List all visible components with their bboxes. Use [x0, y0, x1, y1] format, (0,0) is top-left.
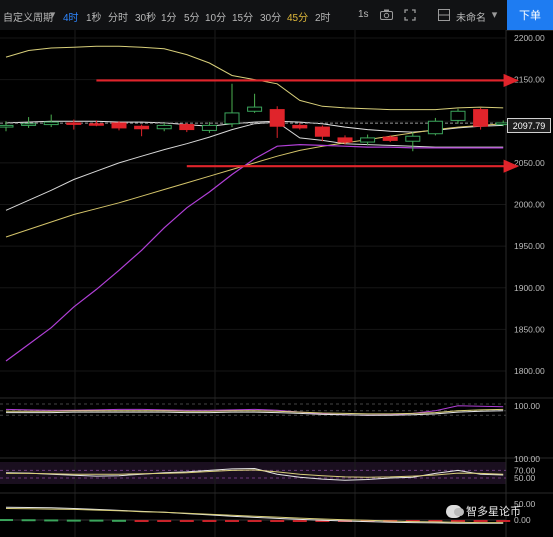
candlestick-chart[interactable]: 2200.002150.002100.002050.002000.001950.… — [0, 30, 553, 537]
candle-body-21 — [473, 109, 489, 127]
candle-body-5 — [111, 122, 127, 129]
period-tab-3[interactable]: 30秒 — [135, 9, 156, 24]
candle-body-8 — [179, 124, 195, 131]
wechat-icon — [446, 504, 464, 518]
candle-body-3 — [66, 122, 82, 125]
chevron-down-icon[interactable]: ▾ — [488, 8, 501, 21]
place-order-button[interactable]: 下单 — [507, 0, 553, 30]
macd-bar-12 — [270, 520, 285, 522]
candle-body-14 — [314, 126, 330, 137]
candle-body-16 — [360, 137, 376, 143]
watermark-text: 智多星论币 — [466, 506, 521, 518]
price-axis-label-5: 1950.00 — [514, 241, 545, 251]
watermark: 智多星论币 — [446, 503, 521, 519]
macd-bar-3 — [66, 519, 81, 522]
macd-bar-8 — [179, 520, 194, 522]
macd-bar-9 — [202, 520, 217, 522]
period-tab-6[interactable]: 10分 — [205, 9, 226, 24]
price-axis-label-3: 2050.00 — [514, 158, 545, 168]
panel2-axis-label-0: 100.00 — [514, 454, 540, 464]
period-tab-1[interactable]: 1秒 — [86, 9, 102, 24]
candle-body-0 — [0, 124, 14, 128]
period-tab-9[interactable]: 45分 — [287, 9, 308, 24]
candle-body-12 — [269, 109, 285, 127]
price-axis-label-4: 2000.00 — [514, 200, 545, 210]
candle-body-11 — [247, 106, 263, 112]
macd-bar-5 — [112, 519, 126, 522]
macd-bar-1 — [21, 519, 36, 522]
layout-name[interactable]: 未命名 — [456, 9, 486, 24]
interval-1s[interactable]: 1s — [358, 9, 369, 20]
candle-body-10 — [224, 112, 240, 125]
current-price-label: 2097.79 — [507, 118, 551, 133]
main-panel-bg — [0, 30, 506, 403]
layout-icon[interactable] — [437, 8, 450, 21]
period-tab-7[interactable]: 15分 — [232, 9, 253, 24]
macd-bar-22 — [496, 520, 511, 522]
candle-body-7 — [156, 124, 172, 130]
candle-body-6 — [134, 125, 150, 130]
candle-body-13 — [292, 124, 308, 129]
period-tab-2[interactable]: 分时 — [108, 9, 128, 24]
price-axis-label-6: 1900.00 — [514, 283, 545, 293]
chart-toolbar: 自定义周期 ▾ 4时 1秒 分时 30秒 1分 5分 10分 15分 30分 45分 2时 1s 未… — [0, 0, 553, 31]
fullscreen-icon[interactable] — [403, 8, 416, 21]
period-tab-5[interactable]: 5分 — [184, 9, 200, 24]
indicator-panel-2-band — [0, 462, 506, 484]
price-axis-label-0: 2200.00 — [514, 33, 545, 43]
candle-body-9 — [201, 124, 217, 131]
candle-body-4 — [88, 123, 104, 126]
candle-body-20 — [450, 110, 466, 121]
macd-bar-0 — [0, 519, 13, 522]
price-axis-label-1: 2150.00 — [514, 75, 545, 85]
candle-body-19 — [427, 120, 443, 135]
period-tab-10[interactable]: 2时 — [315, 9, 331, 24]
candle-body-18 — [405, 135, 421, 142]
candle-body-15 — [337, 137, 353, 143]
price-axis-label-7: 1850.00 — [514, 324, 545, 334]
macd-bar-11 — [247, 520, 262, 522]
period-tab-8[interactable]: 30分 — [260, 9, 281, 24]
macd-bar-6 — [134, 520, 149, 522]
macd-bar-13 — [292, 520, 307, 522]
macd-bar-7 — [157, 520, 172, 522]
panel1-axis-label-0: 100.00 — [514, 401, 540, 411]
macd-bar-2 — [44, 519, 59, 522]
candle-body-1 — [21, 123, 37, 126]
candle-body-2 — [43, 121, 59, 126]
macd-bar-21 — [473, 520, 488, 522]
camera-icon[interactable] — [380, 8, 393, 21]
panel2-axis-label-2: 50.00 — [514, 473, 536, 483]
candle-body-17 — [382, 136, 398, 141]
period-tab-0[interactable]: 4时 — [63, 9, 79, 24]
macd-bar-4 — [89, 519, 104, 522]
period-tab-4[interactable]: 1分 — [161, 9, 177, 24]
macd-bar-10 — [225, 520, 239, 522]
price-axis-label-8: 1800.00 — [514, 366, 545, 376]
chevron-down-icon[interactable]: ▾ — [46, 8, 59, 21]
